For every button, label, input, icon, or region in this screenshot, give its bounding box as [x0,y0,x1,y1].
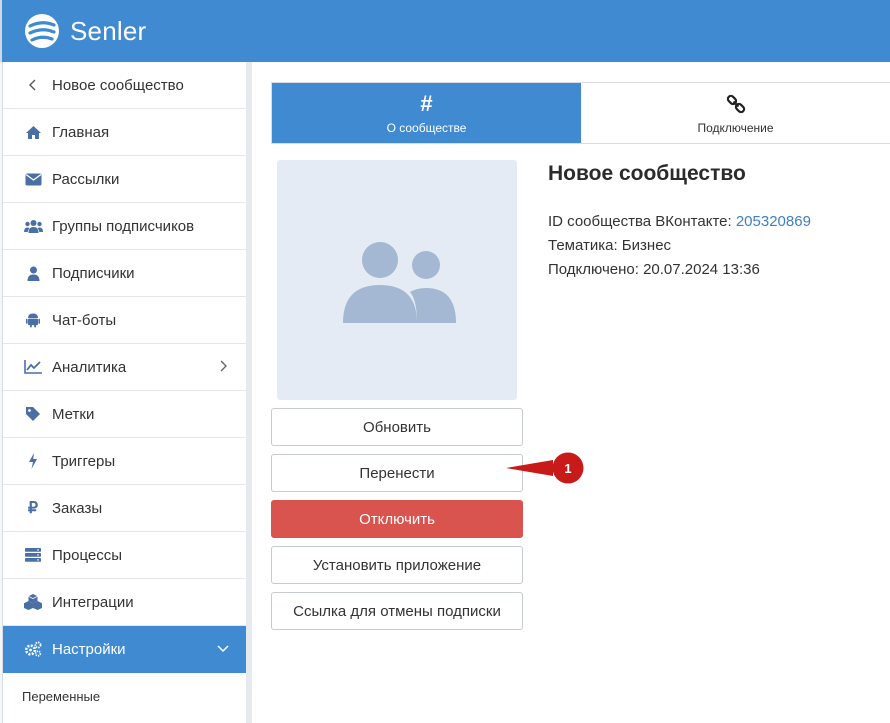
cogs-icon [23,639,43,659]
tab-connection[interactable]: Подключение [581,83,890,143]
top-header: Senler [0,0,890,62]
community-connected-date: Подключено: 20.07.2024 13:36 [548,261,760,278]
sidebar-item-triggers[interactable]: Триггеры [3,438,246,485]
sidebar-item-label: Интеграции [52,593,134,611]
refresh-button[interactable]: Обновить [271,408,523,446]
community-title: Новое сообщество [548,162,746,185]
chevron-right-icon [220,360,227,372]
sidebar-item-integrations[interactable]: Интеграции [3,579,246,626]
sidebar-item-orders[interactable]: ₽ Заказы [3,485,246,532]
sidebar-item-label: Главная [52,123,110,141]
install-app-button[interactable]: Установить приложение [271,546,523,584]
community-theme: Тематика: Бизнес [548,237,672,254]
community-tabs: # О сообществе Подключение [271,82,890,144]
sidebar-item-label: Процессы [52,546,123,564]
sidebar-item-label: Заказы [52,499,103,517]
sidebar-subitem-label: Переменные [22,688,101,704]
home-icon [23,122,43,142]
tag-icon [23,404,43,424]
sidebar-item-label: Настройки [52,640,126,658]
hashtag-icon: # [420,91,433,116]
app-name: Senler [70,15,147,46]
annotation-number: 1 [564,461,571,476]
android-icon [23,310,43,330]
tab-label: Подключение [697,121,774,135]
sidebar-item-subscribers[interactable]: Подписчики [3,250,246,297]
sidebar-subitem-variables[interactable]: Переменные [3,673,246,719]
sidebar-item-mailings[interactable]: Рассылки [3,156,246,203]
line-chart-icon [23,357,43,377]
sidebar-item-label: Метки [52,405,95,423]
chevron-left-icon [23,75,43,95]
sidebar: Новое сообщество Главная Рассылки Группы… [0,62,252,723]
link-icon [726,91,746,117]
user-icon [23,263,43,283]
senler-logo-icon [25,14,59,48]
sidebar-item-chatbots[interactable]: Чат-боты [3,297,246,344]
sidebar-item-label: Группы подписчиков [52,217,195,235]
chevron-down-icon [217,645,229,653]
ruble-icon: ₽ [27,500,39,517]
disconnect-button[interactable]: Отключить [271,500,523,538]
sidebar-item-tags[interactable]: Метки [3,391,246,438]
sidebar-item-analytics[interactable]: Аналитика [3,344,246,391]
envelope-icon [23,169,43,189]
sidebar-scrollbar[interactable] [246,62,252,723]
sidebar-menu: Новое сообщество Главная Рассылки Группы… [2,62,246,723]
sidebar-item-processes[interactable]: Процессы [3,532,246,579]
community-id-line: ID сообщества ВКонтакте: 205320869 [548,213,811,230]
server-icon [23,545,43,565]
sidebar-item-settings[interactable]: Настройки [3,626,246,673]
transfer-button[interactable]: Перенести [271,454,523,492]
sidebar-item-label: Аналитика [52,358,127,376]
tab-label: О сообществе [386,121,467,135]
sidebar-back-label: Новое сообщество [52,76,184,94]
users-icon [23,216,43,236]
sidebar-item-home[interactable]: Главная [3,109,246,156]
unsubscribe-link-button[interactable]: Ссылка для отмены подписки [271,592,523,630]
sidebar-item-label: Подписчики [52,264,135,282]
community-id-label: ID сообщества ВКонтакте: [548,213,732,230]
annotation-callout: 1 [506,452,584,484]
tab-about-community[interactable]: # О сообществе [272,83,581,143]
cubes-icon [23,592,43,612]
users-placeholder-icon [343,242,456,323]
bolt-icon [23,451,43,471]
community-avatar [277,160,517,400]
sidebar-item-label: Рассылки [52,170,120,188]
community-id-link[interactable]: 205320869 [736,213,811,230]
sidebar-item-label: Триггеры [52,452,116,470]
app-logo[interactable]: Senler [24,13,146,49]
sidebar-item-label: Чат-боты [52,311,117,329]
sidebar-back-item[interactable]: Новое сообщество [3,62,246,109]
sidebar-item-subscriber-groups[interactable]: Группы подписчиков [3,203,246,250]
